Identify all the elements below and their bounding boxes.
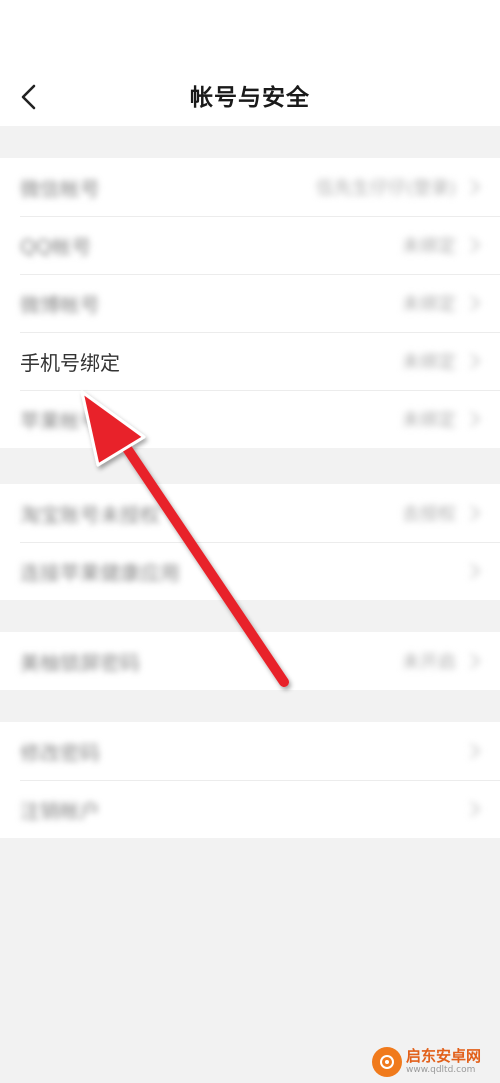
row-label: 苹果帐号 [20,408,100,433]
row-weibo-account[interactable]: 微博帐号 未绑定 [0,274,500,332]
third-party-group: 淘宝账号未授权 去授权 连接苹果健康应用 [0,484,500,600]
chevron-right-icon [470,505,481,521]
chevron-right-icon [470,743,481,759]
row-value: 未开启 [402,652,456,673]
watermark-url: www.qdltd.com [406,1065,476,1075]
row-label: 手机号绑定 [20,350,120,375]
row-qq-account[interactable]: QQ帐号 未绑定 [0,216,500,274]
chevron-right-icon [470,179,481,195]
row-taobao-authorize[interactable]: 淘宝账号未授权 去授权 [0,484,500,542]
row-label: 修改密码 [20,740,100,765]
chevron-right-icon [470,411,481,427]
row-phone-binding[interactable]: 手机号绑定 未绑定 [0,332,500,390]
row-value: 去授权 [402,504,456,525]
row-wechat-account[interactable]: 微信帐号 伍先生仔仔(登录) [0,158,500,216]
chevron-right-icon [470,295,481,311]
watermark: 启东安卓网 www.qdltd.com [372,1042,500,1082]
row-apple-account[interactable]: 苹果帐号 未绑定 [0,390,500,448]
top-bar: 帐号与安全 [0,0,500,126]
account-actions-group: 修改密码 注销帐户 [0,722,500,838]
chevron-right-icon [470,563,481,579]
lock-screen-group: 美柚锁屏密码 未开启 [0,632,500,690]
row-label: 淘宝账号未授权 [20,502,160,527]
linked-accounts-group: 微信帐号 伍先生仔仔(登录) QQ帐号 未绑定 微博帐号 未绑定 手机号绑定 未… [0,158,500,448]
row-value: 未绑定 [402,410,456,431]
row-change-password[interactable]: 修改密码 [0,722,500,780]
chevron-right-icon [470,801,481,817]
row-label: 连接苹果健康应用 [20,560,180,585]
row-label: QQ帐号 [20,234,92,259]
watermark-title: 启东安卓网 [406,1047,482,1065]
row-label: 美柚锁屏密码 [20,650,140,675]
row-delete-account[interactable]: 注销帐户 [0,780,500,838]
row-value: 未绑定 [402,352,456,373]
row-lock-password[interactable]: 美柚锁屏密码 未开启 [0,632,500,690]
page-title: 帐号与安全 [190,85,310,111]
row-label: 微信帐号 [20,176,100,201]
row-apple-health[interactable]: 连接苹果健康应用 [0,542,500,600]
row-label: 微博帐号 [20,292,100,317]
chevron-right-icon [470,653,481,669]
watermark-logo-icon [372,1047,402,1077]
row-value: 未绑定 [402,236,456,257]
chevron-right-icon [470,237,481,253]
row-label: 注销帐户 [20,798,100,823]
chevron-right-icon [470,353,481,369]
row-value: 伍先生仔仔(登录) [315,178,456,199]
row-value: 未绑定 [402,294,456,315]
